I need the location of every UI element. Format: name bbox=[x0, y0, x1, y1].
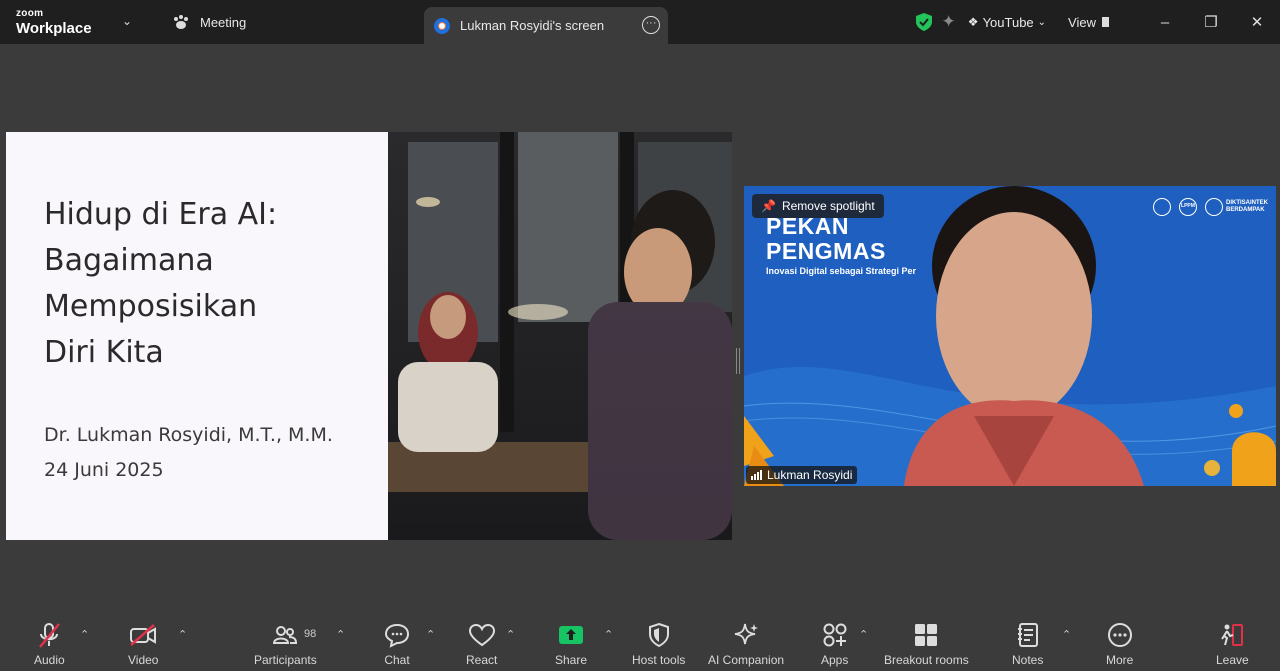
screen-tab-label: Lukman Rosyidi's screen bbox=[460, 18, 605, 33]
react-button[interactable]: React bbox=[466, 620, 497, 667]
share-options-chevron-icon[interactable]: ⌃ bbox=[604, 628, 613, 641]
lppm-logo: LPPM bbox=[1179, 198, 1197, 216]
slide-date: 24 Juni 2025 bbox=[44, 459, 164, 481]
audio-options-chevron-icon[interactable]: ⌃ bbox=[80, 628, 89, 641]
notes-label: Notes bbox=[1012, 653, 1044, 667]
share-label: Share bbox=[555, 653, 588, 667]
audio-label: Audio bbox=[34, 653, 65, 667]
tab-shared-screen[interactable]: Lukman Rosyidi's screen ··· bbox=[424, 7, 668, 44]
diktisaintek-logo bbox=[1205, 198, 1223, 216]
ai-companion-label: AI Companion bbox=[708, 653, 785, 667]
breakout-rooms-label: Breakout rooms bbox=[884, 653, 969, 667]
tab-meeting[interactable]: Meeting bbox=[172, 0, 246, 44]
view-layout-icon bbox=[1102, 17, 1112, 27]
shield-icon bbox=[648, 622, 669, 648]
breakout-rooms-button[interactable]: Breakout rooms bbox=[884, 620, 969, 667]
background-logos: LPPM DIKTISAINTEK BERDAMPAK bbox=[1153, 198, 1268, 216]
slide-author: Dr. Lukman Rosyidi, M.T., M.M. bbox=[44, 424, 333, 446]
brand-workplace: Workplace bbox=[16, 20, 92, 37]
video-label: Video bbox=[128, 653, 159, 667]
chat-label: Chat bbox=[384, 653, 410, 667]
background-subtitle: Inovasi Digital sebagai Strategi Per bbox=[766, 266, 917, 276]
youtube-stream-button[interactable]: ❖ YouTube ⌄ bbox=[968, 15, 1046, 30]
chevron-down-icon[interactable]: ⌄ bbox=[122, 14, 132, 28]
more-label: More bbox=[1106, 653, 1134, 667]
youtube-label: YouTube bbox=[982, 14, 1034, 30]
spotlight-video-tile[interactable]: 📌 Remove spotlight PEKAN PENGMAS Inovasi… bbox=[744, 186, 1276, 486]
slide-title: Hidup di Era AI: Bagaimana Memposisikan … bbox=[44, 197, 278, 370]
apps-options-chevron-icon[interactable]: ⌃ bbox=[859, 628, 868, 641]
ai-companion-button[interactable]: AI Companion bbox=[708, 620, 784, 667]
react-label: React bbox=[466, 653, 498, 667]
react-options-chevron-icon[interactable]: ⌃ bbox=[506, 628, 515, 641]
participants-label: Participants bbox=[254, 653, 317, 667]
leave-label: Leave bbox=[1216, 653, 1249, 667]
shield-check-icon[interactable] bbox=[915, 13, 932, 31]
university-logo bbox=[1153, 198, 1171, 216]
zoom-lens-icon[interactable] bbox=[1204, 460, 1220, 476]
share-button[interactable]: Share bbox=[555, 620, 587, 667]
chat-options-chevron-icon[interactable]: ⌃ bbox=[426, 628, 435, 641]
participants-icon bbox=[273, 626, 298, 644]
remove-spotlight-label: Remove spotlight bbox=[781, 199, 875, 213]
participant-name: Lukman Rosyidi bbox=[767, 468, 853, 482]
diktisaintek-text: DIKTISAINTEK bbox=[1226, 200, 1268, 206]
apps-button[interactable]: Apps bbox=[821, 620, 848, 667]
breakout-rooms-icon bbox=[915, 624, 938, 646]
brand-zoom: zoom bbox=[16, 8, 44, 19]
microphone-muted-icon bbox=[39, 623, 61, 648]
notes-options-chevron-icon[interactable]: ⌃ bbox=[1062, 628, 1071, 641]
broadcast-icon: ❖ bbox=[967, 15, 979, 29]
view-label: View bbox=[1068, 14, 1096, 30]
meeting-tab-label: Meeting bbox=[200, 14, 247, 30]
host-tools-button[interactable]: Host tools bbox=[632, 620, 685, 667]
chevron-down-icon: ⌄ bbox=[1037, 16, 1047, 28]
apps-icon bbox=[823, 623, 847, 647]
shared-screen-content: Hidup di Era AI: Bagaimana Memposisikan … bbox=[6, 132, 732, 540]
participant-name-tag: Lukman Rosyidi bbox=[746, 466, 858, 484]
leave-icon bbox=[1221, 624, 1244, 646]
screen-share-icon bbox=[434, 17, 450, 34]
ai-sparkle-icon[interactable]: ✦ bbox=[942, 12, 956, 32]
slide-photo bbox=[388, 132, 732, 540]
signal-strength-icon bbox=[751, 470, 762, 480]
leave-button[interactable]: Leave bbox=[1216, 620, 1249, 667]
more-button[interactable]: More bbox=[1106, 620, 1133, 667]
background-title: PEKAN PENGMAS bbox=[766, 213, 886, 264]
view-button[interactable]: View bbox=[1068, 15, 1112, 30]
notes-icon bbox=[1017, 623, 1038, 647]
apps-label: Apps bbox=[821, 653, 849, 667]
close-icon[interactable]: ✕ bbox=[1234, 13, 1280, 31]
camera-off-icon bbox=[130, 624, 157, 646]
share-screen-icon bbox=[559, 626, 584, 644]
restore-icon[interactable]: ❐ bbox=[1188, 13, 1234, 31]
participants-count: 98 bbox=[304, 628, 317, 640]
audio-button[interactable]: Audio bbox=[34, 620, 65, 667]
resize-handle[interactable] bbox=[736, 348, 740, 374]
paw-icon bbox=[174, 15, 188, 29]
ai-sparkle-icon bbox=[734, 623, 759, 645]
heart-icon bbox=[468, 623, 495, 647]
minimize-icon[interactable]: – bbox=[1142, 14, 1188, 31]
zoom-workplace-logo[interactable]: zoom Workplace bbox=[16, 8, 92, 37]
notes-button[interactable]: Notes bbox=[1012, 620, 1043, 667]
meeting-toolbar: Audio ⌃ Video ⌃ Participants 98 ⌃ Chat ⌃… bbox=[0, 608, 1280, 671]
video-options-chevron-icon[interactable]: ⌃ bbox=[178, 628, 187, 641]
berdampak-text: BERDAMPAK bbox=[1226, 207, 1265, 213]
chat-button[interactable]: Chat bbox=[384, 620, 410, 667]
slide-text-panel: Hidup di Era AI: Bagaimana Memposisikan … bbox=[6, 132, 388, 540]
chat-icon bbox=[384, 623, 410, 648]
video-button[interactable]: Video bbox=[128, 620, 158, 667]
title-bar: zoom Workplace ⌄ Meeting Lukman Rosyidi'… bbox=[0, 0, 1280, 44]
pin-icon: 📌 bbox=[761, 199, 776, 213]
more-options-icon[interactable]: ··· bbox=[642, 16, 660, 34]
participants-options-chevron-icon[interactable]: ⌃ bbox=[336, 628, 345, 641]
host-tools-label: Host tools bbox=[632, 653, 686, 667]
more-icon bbox=[1107, 623, 1132, 647]
